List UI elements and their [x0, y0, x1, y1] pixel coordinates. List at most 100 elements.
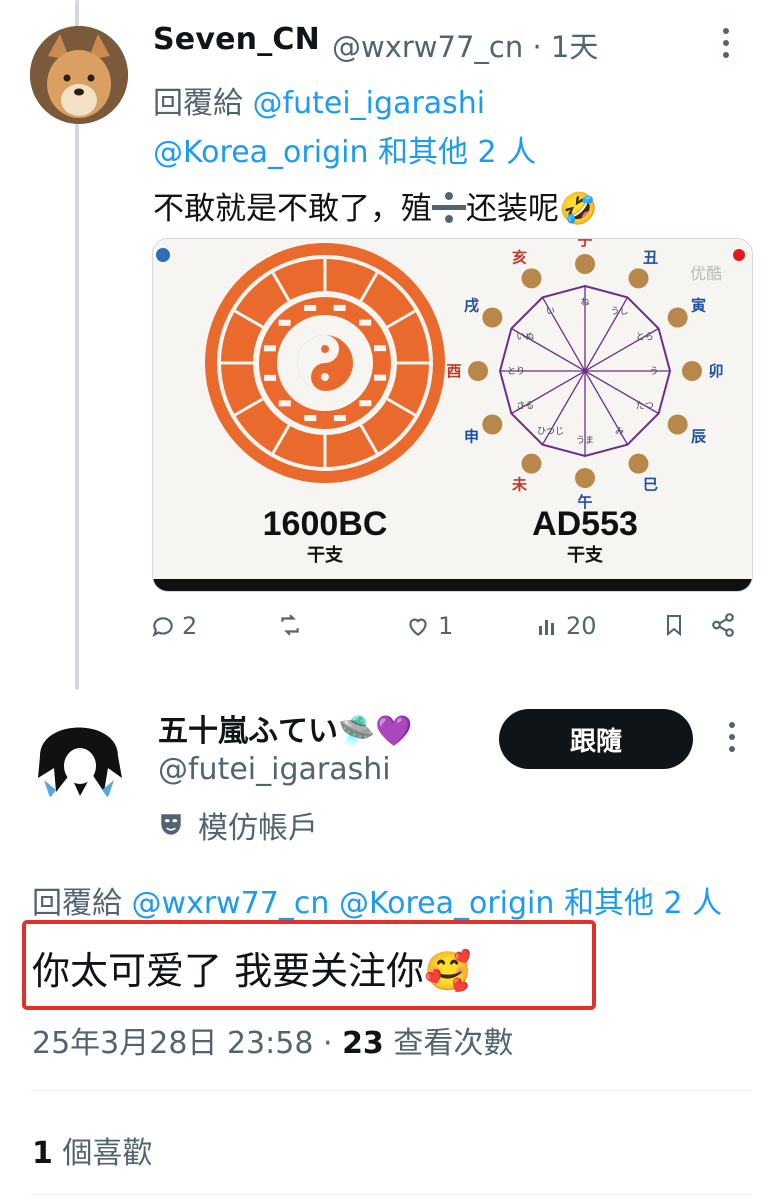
follow-button[interactable]: 跟隨 — [499, 709, 693, 769]
view-count: 20 — [566, 612, 597, 640]
views-count: 23 — [342, 1026, 384, 1061]
reply-icon — [152, 617, 173, 637]
reply-count: 2 — [182, 612, 198, 640]
watermark: 优酷 — [690, 264, 722, 283]
zodiac-animal-figure — [667, 414, 688, 435]
zodiac-kanji-label: 未 — [511, 475, 528, 493]
trigram-mark — [263, 345, 276, 352]
zodiac-comparison-image: ねうしとらうたつみうまひつじさるとりいぬい 子丑寅卯辰巳午未申酉戌亥 1600B… — [153, 239, 752, 591]
zodiac-animal-figure — [521, 453, 542, 474]
zodiac-kana-label: たつ — [636, 401, 654, 412]
trigram-mark — [304, 415, 317, 422]
zodiac-kanji-label: 丑 — [643, 249, 658, 267]
zodiac-kana-label: い — [546, 307, 555, 317]
trigram-mark — [278, 400, 291, 407]
trigram-mark — [359, 400, 372, 407]
more-options-icon[interactable] — [726, 720, 738, 758]
divider — [30, 1194, 752, 1195]
zodiac-kana-label: ひつじ — [537, 426, 564, 437]
share-button[interactable] — [710, 612, 736, 638]
trigram-mark — [278, 319, 291, 326]
trigram-mark — [333, 415, 346, 422]
trigram-mark — [359, 319, 372, 326]
reply-prefix: 回覆給 — [153, 86, 243, 121]
timestamp[interactable]: 25年3月28日 23:58 — [32, 1026, 313, 1061]
like-count: 1 — [438, 612, 454, 640]
right-era-sublabel: 干支 — [567, 544, 604, 566]
display-name[interactable]: Seven_CN — [153, 22, 320, 57]
zodiac-animal-figure — [575, 468, 595, 488]
bookmark-button[interactable] — [662, 612, 686, 638]
divider — [30, 1090, 752, 1091]
more-options-icon[interactable] — [720, 26, 732, 60]
emoji: 🥰 — [424, 949, 472, 993]
trigram-mark — [374, 345, 387, 352]
reply-mention-link[interactable]: @Korea_origin — [153, 135, 368, 170]
reply-button[interactable]: 2 — [150, 612, 197, 640]
emoji: 🤣 — [559, 191, 598, 227]
views-button[interactable]: 20 — [536, 612, 597, 640]
zodiac-animal-figure — [521, 268, 542, 289]
right-era-label: AD553 — [532, 505, 638, 543]
trigram-mark — [304, 304, 317, 311]
zodiac-kana-label: うま — [576, 435, 594, 446]
tweet-metadata: 25年3月28日 23:58 · 23 查看次數 — [32, 1026, 514, 1061]
zodiac-kanji-label: 酉 — [446, 362, 461, 380]
likes-count: 1 — [32, 1136, 53, 1171]
zodiac-kanji-label: 辰 — [691, 428, 707, 446]
reply-mention-link[interactable]: @wxrw77_cn — [132, 886, 330, 921]
avatar[interactable] — [30, 26, 128, 124]
avatar[interactable] — [30, 708, 128, 806]
tweet-text: 不敢就是不敢了，殖 还装呢🤣 — [153, 183, 598, 232]
zodiac-animal-figure — [468, 361, 488, 381]
zodiac-kana-label: とり — [507, 366, 525, 377]
reply-prefix: 回覆給 — [32, 886, 122, 921]
zodiac-kanji-label: 寅 — [691, 297, 706, 315]
division-sign-icon — [432, 190, 466, 232]
zodiac-animal-figure — [667, 307, 688, 328]
reply-others-link[interactable]: 和其他 2 人 — [378, 135, 536, 170]
user-handle[interactable]: @futei_igarashi — [158, 752, 391, 787]
name-emoji: 🛸💜 — [338, 714, 413, 749]
zodiac-animal-figure — [575, 254, 595, 274]
zodiac-kana-label: うし — [610, 306, 628, 317]
zodiac-kanji-label: 申 — [464, 428, 479, 446]
tweet-media-image[interactable]: ねうし とらうたつみうま ひつじ さる とり いぬい 子丑寅卯辰巳午未申酉戌亥 1600B… — [152, 238, 753, 592]
zodiac-kana-label: いぬ — [516, 332, 534, 343]
zodiac-kanji-label: 巳 — [643, 475, 658, 493]
views-label: 查看次數 — [393, 1026, 514, 1061]
reply-mention-link[interactable]: @Korea_origin — [339, 886, 554, 921]
zodiac-kanji-label: 亥 — [512, 249, 527, 267]
likes-summary[interactable]: 1 個喜歡 — [32, 1128, 152, 1172]
zodiac-kana-label: う — [649, 366, 658, 377]
handle-and-time[interactable]: @wxrw77_cn · 1天 — [332, 24, 598, 66]
zodiac-kanji-label: 卯 — [708, 362, 723, 380]
trigram-mark — [263, 374, 276, 381]
trigram-mark — [374, 374, 387, 381]
reply-others-link[interactable]: 和其他 2 人 — [564, 886, 722, 921]
tweet-text: 你太可爱了 我要关注你🥰 — [32, 949, 472, 993]
zodiac-kanji-label: 戌 — [464, 297, 479, 315]
heart-icon — [409, 618, 427, 636]
zodiac-kana-label: とら — [636, 332, 654, 343]
like-button[interactable]: 1 — [404, 612, 453, 640]
share-icon — [712, 613, 734, 637]
reply-context: 回覆給 @futei_igarashi — [153, 78, 485, 122]
tweet-action-bar: 2 1 20 — [150, 612, 750, 652]
impersonation-label: 模仿帳戶 — [158, 803, 318, 847]
retweet-button[interactable] — [276, 612, 304, 638]
theater-mask-icon — [161, 814, 181, 835]
retweet-icon — [281, 614, 299, 636]
reply-mention-link[interactable]: @futei_igarashi — [253, 86, 486, 121]
analytics-icon — [539, 620, 554, 635]
likes-label: 個喜歡 — [62, 1136, 153, 1171]
display-name[interactable]: 五十嵐ふてい🛸💜 — [158, 706, 413, 750]
zodiac-animal-figure — [482, 307, 503, 328]
left-era-label: 1600BC — [263, 505, 388, 543]
reply-context: 回覆給 @wxrw77_cn @Korea_origin 和其他 2 人 — [32, 878, 722, 922]
zodiac-kana-label: ね — [580, 297, 589, 308]
zodiac-animal-figure — [628, 268, 649, 289]
zodiac-animal-figure — [628, 453, 649, 474]
left-era-sublabel: 干支 — [307, 544, 344, 566]
zodiac-kana-label: み — [615, 426, 624, 437]
